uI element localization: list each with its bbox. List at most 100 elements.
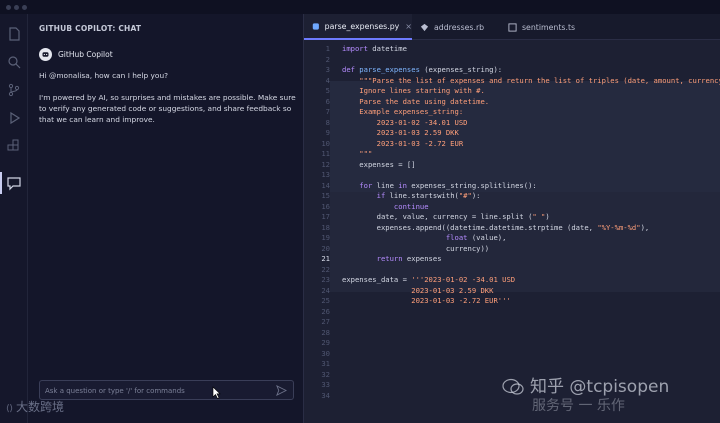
- code-line: Ignore lines starting with #.: [304, 86, 720, 96]
- active-indicator: [0, 172, 2, 194]
- python-file-icon: [312, 22, 319, 30]
- code-text: line.startswith(: [385, 191, 459, 200]
- brand-mark-icon: ⟨⟩: [6, 404, 14, 414]
- title-bar: [0, 0, 720, 14]
- keyword: return: [342, 254, 403, 263]
- keyword: continue: [342, 201, 429, 211]
- line-number-text: 29: [321, 338, 330, 347]
- greeting-message: Hi @monalisa, how can I help you?: [39, 71, 169, 80]
- code-line: 2023-01-03 -2.72 EUR''': [304, 296, 720, 306]
- line-number-text: 27: [321, 317, 330, 326]
- line-number-text: 26: [321, 306, 330, 316]
- string: "%Y-%m-%d": [597, 222, 641, 232]
- code-area[interactable]: 1 2 3 4 5 6 7 8 9 10 11 12 13 14 15 16 17 18 19 20 21 22 23 24 2…: [304, 41, 720, 423]
- code-line: date, value, currency = line.split (" "): [304, 212, 720, 222]
- code-text: (expenses_string):: [419, 65, 503, 74]
- disclaimer-message: I'm powered by AI, so surprises and mist…: [39, 93, 296, 124]
- line-number-text: 30: [321, 348, 330, 358]
- code-editor: parse_expenses.py × addresses.rb sentime…: [304, 14, 720, 423]
- docstring: Ignore lines starting with #.: [342, 86, 485, 95]
- line-number-text: 28: [321, 327, 330, 337]
- typescript-file-icon: [508, 22, 517, 32]
- chat-panel-title: GITHUB COPILOT: CHAT: [39, 24, 142, 33]
- code-text: ): [545, 212, 550, 221]
- chat-input-box[interactable]: [39, 380, 294, 400]
- footer-logo-text: 大数跨境: [16, 400, 65, 414]
- mouse-cursor-icon: [212, 386, 221, 399]
- copilot-avatar-icon: [39, 47, 52, 61]
- copilot-chat-panel: GITHUB COPILOT: CHAT GitHub Copilot Hi @…: [28, 14, 304, 423]
- editor-tabs: parse_expenses.py × addresses.rb sentime…: [304, 14, 720, 40]
- code-line: """Parse the list of expenses and return…: [304, 76, 720, 86]
- keyword: for: [342, 180, 373, 190]
- code-line: currency)): [304, 244, 720, 254]
- close-icon[interactable]: ×: [405, 22, 412, 31]
- tab-label: sentiments.ts: [522, 22, 576, 32]
- code-line: return expenses: [304, 254, 720, 264]
- line-number-text: 22: [321, 264, 330, 274]
- keyword: import: [342, 44, 368, 53]
- line-number-text: 31: [321, 359, 330, 368]
- search-icon[interactable]: [6, 54, 22, 70]
- keyword: def: [342, 65, 355, 74]
- watermark-subtext: 服务号 一 乐作: [532, 398, 625, 414]
- line-number: 22: [304, 265, 720, 275]
- docstring: Parse the date using datetime.: [342, 96, 490, 106]
- send-icon[interactable]: [276, 385, 287, 396]
- code-line: Example expenses_string:: [304, 107, 720, 117]
- code-line: import datetime: [304, 44, 720, 54]
- function-name: parse_expenses: [354, 65, 420, 74]
- string: 2023-01-03 -2.72 EUR''': [342, 296, 511, 305]
- line-number: 27: [304, 317, 720, 327]
- code-line: expenses.append((datetime.datetime.strpt…: [304, 223, 720, 233]
- code-line: float (value),: [304, 233, 720, 243]
- chat-icon[interactable]: [6, 175, 22, 191]
- footer-logo: ⟨⟩ 大数跨境: [6, 398, 64, 415]
- code-line: 2023-01-03 2.59 DKK: [304, 286, 720, 296]
- line-number: 30: [304, 349, 720, 359]
- docstring: 2023-01-03 2.59 DKK: [342, 128, 459, 137]
- activity-bar: [0, 14, 28, 423]
- copilot-name: GitHub Copilot: [58, 49, 113, 59]
- code-line: for line in expenses_string.splitlines()…: [304, 181, 720, 191]
- line-number: 28: [304, 328, 720, 338]
- watermark-text: 知乎 @tcpisopen: [530, 377, 670, 397]
- code-text: ):: [471, 191, 481, 200]
- line-number: 13: [304, 170, 720, 180]
- code-line: continue: [304, 202, 720, 212]
- code-text: date, value, currency = line.split (: [342, 212, 533, 221]
- chat-input[interactable]: [45, 384, 270, 397]
- extensions-icon[interactable]: [6, 138, 22, 154]
- keyword: float: [342, 233, 468, 242]
- line-number: 26: [304, 307, 720, 317]
- tab-parse-expenses[interactable]: parse_expenses.py ×: [304, 14, 412, 40]
- string: " ": [532, 212, 546, 221]
- line-number-text: 32: [321, 369, 330, 379]
- code-line: Parse the date using datetime.: [304, 97, 720, 107]
- code-text: line: [372, 180, 394, 190]
- line-number: 2: [304, 55, 720, 65]
- code-text: currency)): [342, 243, 490, 253]
- tab-sentiments[interactable]: sentiments.ts: [500, 14, 588, 40]
- code-line: if line.startswith("#"):: [304, 191, 720, 201]
- code-line: def parse_expenses (expenses_string):: [304, 65, 720, 75]
- docstring: """Parse the list of expenses and return…: [342, 75, 720, 85]
- line-number-text: 33: [321, 380, 330, 389]
- code-text: expenses_data =: [342, 275, 412, 284]
- keyword: if: [342, 191, 386, 200]
- run-debug-icon[interactable]: [6, 110, 22, 126]
- tab-label: addresses.rb: [434, 22, 485, 32]
- window-close-dot[interactable]: [6, 5, 11, 10]
- code-line: expenses_data = '''2023-01-02 -34.01 USD: [304, 275, 720, 285]
- source-control-icon[interactable]: [6, 82, 22, 98]
- string: 2023-01-03 2.59 DKK: [342, 285, 494, 295]
- line-number-text: 13: [321, 170, 330, 179]
- explorer-icon[interactable]: [6, 26, 22, 42]
- docstring: 2023-01-03 -2.72 EUR: [342, 138, 464, 148]
- code-text: (value),: [467, 233, 507, 242]
- code-text: expenses: [402, 254, 442, 263]
- tab-addresses[interactable]: addresses.rb: [412, 14, 500, 40]
- line-number-text: 2: [325, 54, 330, 64]
- window-minimize-dot[interactable]: [14, 5, 19, 10]
- window-zoom-dot[interactable]: [22, 5, 27, 10]
